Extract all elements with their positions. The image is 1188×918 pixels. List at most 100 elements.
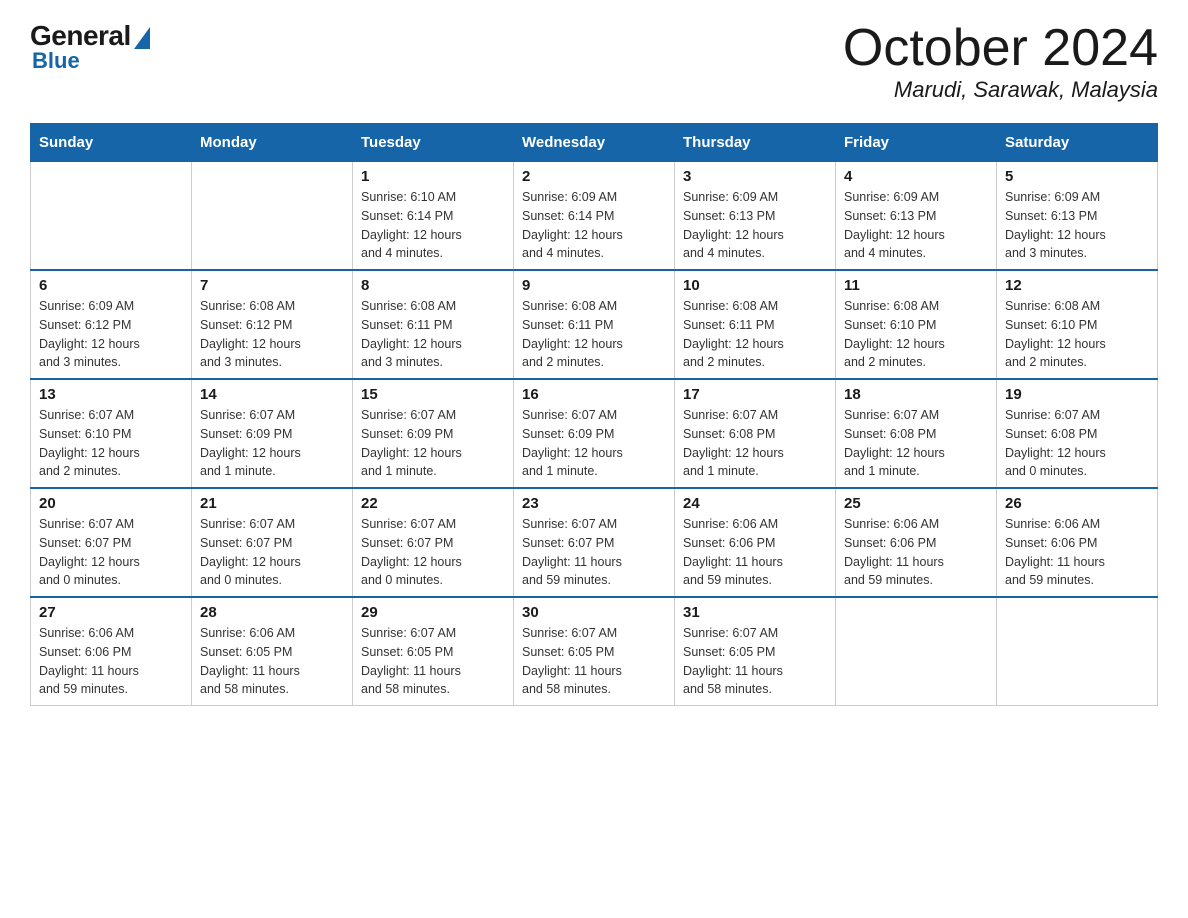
- weekday-header-friday: Friday: [836, 124, 997, 162]
- calendar-week-row: 6 Sunrise: 6:09 AM Sunset: 6:12 PM Daylig…: [31, 270, 1158, 379]
- day-info: Sunrise: 6:06 AM Sunset: 6:06 PM Dayligh…: [844, 515, 988, 590]
- day-info: Sunrise: 6:06 AM Sunset: 6:05 PM Dayligh…: [200, 624, 344, 699]
- logo: General Blue: [30, 20, 150, 74]
- day-number: 24: [683, 495, 827, 512]
- calendar-cell: 5 Sunrise: 6:09 AM Sunset: 6:13 PM Daylig…: [997, 162, 1158, 271]
- calendar-cell: 11 Sunrise: 6:08 AM Sunset: 6:10 PM Dayli…: [836, 270, 997, 379]
- day-number: 30: [522, 604, 666, 621]
- day-number: 10: [683, 277, 827, 294]
- day-number: 26: [1005, 495, 1149, 512]
- day-info: Sunrise: 6:09 AM Sunset: 6:13 PM Dayligh…: [1005, 188, 1149, 263]
- calendar-cell: 2 Sunrise: 6:09 AM Sunset: 6:14 PM Daylig…: [514, 162, 675, 271]
- weekday-header-saturday: Saturday: [997, 124, 1158, 162]
- day-info: Sunrise: 6:06 AM Sunset: 6:06 PM Dayligh…: [683, 515, 827, 590]
- calendar-table: SundayMondayTuesdayWednesdayThursdayFrid…: [30, 123, 1158, 706]
- day-info: Sunrise: 6:07 AM Sunset: 6:08 PM Dayligh…: [683, 406, 827, 481]
- weekday-header-monday: Monday: [192, 124, 353, 162]
- calendar-cell: [31, 162, 192, 271]
- calendar-cell: [192, 162, 353, 271]
- day-info: Sunrise: 6:09 AM Sunset: 6:13 PM Dayligh…: [683, 188, 827, 263]
- day-info: Sunrise: 6:08 AM Sunset: 6:10 PM Dayligh…: [844, 297, 988, 372]
- page-header: General Blue October 2024 Marudi, Sarawa…: [30, 20, 1158, 103]
- weekday-header-wednesday: Wednesday: [514, 124, 675, 162]
- day-info: Sunrise: 6:07 AM Sunset: 6:08 PM Dayligh…: [844, 406, 988, 481]
- day-number: 16: [522, 386, 666, 403]
- day-number: 29: [361, 604, 505, 621]
- calendar-cell: 30Sunrise: 6:07 AM Sunset: 6:05 PM Dayli…: [514, 597, 675, 706]
- calendar-cell: [997, 597, 1158, 706]
- day-number: 31: [683, 604, 827, 621]
- day-number: 1: [361, 168, 505, 185]
- day-info: Sunrise: 6:10 AM Sunset: 6:14 PM Dayligh…: [361, 188, 505, 263]
- day-number: 25: [844, 495, 988, 512]
- day-info: Sunrise: 6:07 AM Sunset: 6:07 PM Dayligh…: [200, 515, 344, 590]
- calendar-cell: 29Sunrise: 6:07 AM Sunset: 6:05 PM Dayli…: [353, 597, 514, 706]
- day-number: 18: [844, 386, 988, 403]
- calendar-cell: 15 Sunrise: 6:07 AM Sunset: 6:09 PM Dayli…: [353, 379, 514, 488]
- day-info: Sunrise: 6:09 AM Sunset: 6:13 PM Dayligh…: [844, 188, 988, 263]
- calendar-cell: 27 Sunrise: 6:06 AM Sunset: 6:06 PM Dayli…: [31, 597, 192, 706]
- day-number: 3: [683, 168, 827, 185]
- calendar-cell: 31 Sunrise: 6:07 AM Sunset: 6:05 PM Dayli…: [675, 597, 836, 706]
- calendar-cell: 23Sunrise: 6:07 AM Sunset: 6:07 PM Dayli…: [514, 488, 675, 597]
- calendar-cell: 6 Sunrise: 6:09 AM Sunset: 6:12 PM Daylig…: [31, 270, 192, 379]
- day-number: 9: [522, 277, 666, 294]
- calendar-cell: 16 Sunrise: 6:07 AM Sunset: 6:09 PM Dayli…: [514, 379, 675, 488]
- calendar-cell: 4 Sunrise: 6:09 AM Sunset: 6:13 PM Daylig…: [836, 162, 997, 271]
- day-info: Sunrise: 6:06 AM Sunset: 6:06 PM Dayligh…: [39, 624, 183, 699]
- calendar-cell: 3 Sunrise: 6:09 AM Sunset: 6:13 PM Daylig…: [675, 162, 836, 271]
- calendar-cell: 8Sunrise: 6:08 AM Sunset: 6:11 PM Daylig…: [353, 270, 514, 379]
- calendar-cell: 12 Sunrise: 6:08 AM Sunset: 6:10 PM Dayli…: [997, 270, 1158, 379]
- day-info: Sunrise: 6:07 AM Sunset: 6:09 PM Dayligh…: [361, 406, 505, 481]
- day-info: Sunrise: 6:08 AM Sunset: 6:11 PM Dayligh…: [522, 297, 666, 372]
- day-info: Sunrise: 6:07 AM Sunset: 6:05 PM Dayligh…: [683, 624, 827, 699]
- calendar-cell: 17Sunrise: 6:07 AM Sunset: 6:08 PM Dayli…: [675, 379, 836, 488]
- day-number: 22: [361, 495, 505, 512]
- day-number: 5: [1005, 168, 1149, 185]
- title-block: October 2024 Marudi, Sarawak, Malaysia: [843, 20, 1158, 103]
- day-info: Sunrise: 6:07 AM Sunset: 6:09 PM Dayligh…: [522, 406, 666, 481]
- day-number: 2: [522, 168, 666, 185]
- day-info: Sunrise: 6:07 AM Sunset: 6:10 PM Dayligh…: [39, 406, 183, 481]
- weekday-header-tuesday: Tuesday: [353, 124, 514, 162]
- calendar-cell: 24 Sunrise: 6:06 AM Sunset: 6:06 PM Dayli…: [675, 488, 836, 597]
- day-info: Sunrise: 6:07 AM Sunset: 6:07 PM Dayligh…: [361, 515, 505, 590]
- calendar-cell: 18 Sunrise: 6:07 AM Sunset: 6:08 PM Dayli…: [836, 379, 997, 488]
- calendar-cell: 10Sunrise: 6:08 AM Sunset: 6:11 PM Dayli…: [675, 270, 836, 379]
- calendar-cell: 28 Sunrise: 6:06 AM Sunset: 6:05 PM Dayli…: [192, 597, 353, 706]
- day-info: Sunrise: 6:08 AM Sunset: 6:12 PM Dayligh…: [200, 297, 344, 372]
- calendar-cell: 22 Sunrise: 6:07 AM Sunset: 6:07 PM Dayli…: [353, 488, 514, 597]
- calendar-cell: 19 Sunrise: 6:07 AM Sunset: 6:08 PM Dayli…: [997, 379, 1158, 488]
- month-year-title: October 2024: [843, 20, 1158, 77]
- calendar-cell: 7 Sunrise: 6:08 AM Sunset: 6:12 PM Daylig…: [192, 270, 353, 379]
- calendar-cell: 9 Sunrise: 6:08 AM Sunset: 6:11 PM Daylig…: [514, 270, 675, 379]
- day-info: Sunrise: 6:07 AM Sunset: 6:07 PM Dayligh…: [39, 515, 183, 590]
- calendar-week-row: 20Sunrise: 6:07 AM Sunset: 6:07 PM Dayli…: [31, 488, 1158, 597]
- day-info: Sunrise: 6:09 AM Sunset: 6:12 PM Dayligh…: [39, 297, 183, 372]
- calendar-cell: 26Sunrise: 6:06 AM Sunset: 6:06 PM Dayli…: [997, 488, 1158, 597]
- day-number: 11: [844, 277, 988, 294]
- day-number: 27: [39, 604, 183, 621]
- calendar-cell: 20Sunrise: 6:07 AM Sunset: 6:07 PM Dayli…: [31, 488, 192, 597]
- calendar-cell: 21 Sunrise: 6:07 AM Sunset: 6:07 PM Dayli…: [192, 488, 353, 597]
- day-number: 7: [200, 277, 344, 294]
- logo-blue-text: Blue: [32, 48, 80, 74]
- day-number: 6: [39, 277, 183, 294]
- day-info: Sunrise: 6:07 AM Sunset: 6:08 PM Dayligh…: [1005, 406, 1149, 481]
- day-number: 13: [39, 386, 183, 403]
- day-number: 28: [200, 604, 344, 621]
- calendar-cell: [836, 597, 997, 706]
- day-number: 4: [844, 168, 988, 185]
- day-info: Sunrise: 6:09 AM Sunset: 6:14 PM Dayligh…: [522, 188, 666, 263]
- day-info: Sunrise: 6:08 AM Sunset: 6:10 PM Dayligh…: [1005, 297, 1149, 372]
- calendar-cell: 1 Sunrise: 6:10 AM Sunset: 6:14 PM Daylig…: [353, 162, 514, 271]
- day-info: Sunrise: 6:07 AM Sunset: 6:09 PM Dayligh…: [200, 406, 344, 481]
- day-number: 15: [361, 386, 505, 403]
- location-subtitle: Marudi, Sarawak, Malaysia: [843, 77, 1158, 103]
- day-number: 19: [1005, 386, 1149, 403]
- day-number: 21: [200, 495, 344, 512]
- logo-triangle-icon: [134, 27, 150, 49]
- calendar-week-row: 27 Sunrise: 6:06 AM Sunset: 6:06 PM Dayli…: [31, 597, 1158, 706]
- day-number: 12: [1005, 277, 1149, 294]
- weekday-header-sunday: Sunday: [31, 124, 192, 162]
